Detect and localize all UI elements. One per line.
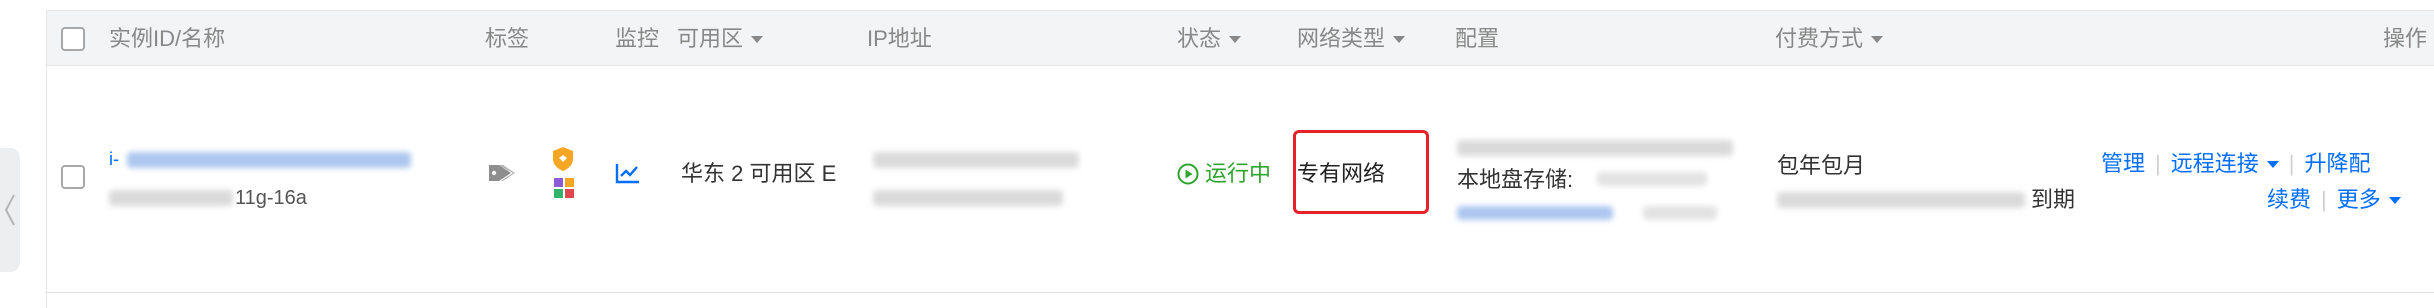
redacted-local-disk-value — [1597, 172, 1707, 186]
column-header-tags: 标签 — [485, 26, 530, 51]
chevron-left-icon — [4, 194, 15, 226]
sidebar-collapse-tab[interactable] — [0, 148, 20, 272]
redacted-private-ip — [873, 190, 1063, 206]
remote-connect-link[interactable]: 远程连接 — [2171, 151, 2279, 176]
column-header-monitor: 监控 — [615, 26, 660, 51]
redacted-instance-id[interactable] — [127, 152, 411, 168]
action-separator: | — [2155, 151, 2161, 176]
instance-id-prefix[interactable]: i- — [109, 145, 119, 173]
actions-line-1: 管理 | 远程连接 | 升降配 — [2101, 150, 2370, 178]
column-header-billing-label: 付费方式 — [1775, 26, 1864, 51]
redacted-config-spec — [1457, 140, 1733, 156]
filter-caret-icon — [751, 36, 764, 43]
more-link[interactable]: 更多 — [2337, 187, 2401, 212]
redacted-instance-name — [109, 190, 233, 206]
tag-icon[interactable] — [487, 161, 517, 185]
column-header-status-label: 状态 — [1177, 26, 1222, 51]
filter-caret-icon — [1871, 36, 1884, 43]
network-type-highlight-box — [1293, 130, 1429, 214]
redacted-disk-link[interactable] — [1457, 206, 1613, 220]
column-header-ip: IP地址 — [867, 26, 932, 51]
local-disk-label: 本地盘存储: — [1457, 167, 1574, 192]
action-separator: | — [2321, 187, 2327, 212]
play-circle-icon — [1177, 163, 1199, 185]
expire-suffix: 到期 — [2031, 187, 2076, 212]
chevron-down-icon — [2266, 161, 2279, 168]
chevron-down-icon — [2388, 197, 2401, 204]
instance-table: 实例ID/名称 标签 监控 可用区 IP地址 状态 网络类型 配置 付费方式 操… — [46, 10, 2434, 308]
line-chart-icon[interactable] — [615, 162, 641, 184]
column-header-network-type-label: 网络类型 — [1297, 26, 1386, 51]
table-row: i- 11g-16a 华东 2 可用区 E 运行中 专有网络 本地盘存储: 包年… — [47, 66, 2434, 293]
column-header-actions: 操作 — [2383, 26, 2428, 51]
status-value: 运行中 — [1205, 161, 1272, 186]
column-header-instance: 实例ID/名称 — [109, 26, 226, 51]
upgrade-link[interactable]: 升降配 — [2304, 151, 2370, 176]
redacted-expire-date — [1777, 192, 2025, 208]
column-header-billing[interactable]: 付费方式 — [1775, 11, 1884, 67]
more-label: 更多 — [2336, 187, 2381, 212]
renew-link[interactable]: 续费 — [2267, 187, 2311, 212]
filter-caret-icon — [1393, 36, 1406, 43]
filter-caret-icon — [1229, 36, 1242, 43]
action-separator: | — [2288, 151, 2295, 176]
shield-icon — [553, 147, 573, 171]
actions-line-2: 续费 | 更多 — [2267, 186, 2401, 214]
column-header-status[interactable]: 状态 — [1177, 11, 1242, 67]
column-header-zone[interactable]: 可用区 — [677, 11, 764, 67]
instance-name-suffix: 11g-16a — [235, 187, 307, 209]
column-header-network-type[interactable]: 网络类型 — [1297, 11, 1406, 67]
billing-type-value: 包年包月 — [1777, 153, 1866, 178]
column-header-zone-label: 可用区 — [677, 26, 744, 51]
column-header-config: 配置 — [1455, 26, 1500, 51]
redacted-public-ip — [873, 152, 1079, 168]
remote-connect-label: 远程连接 — [2170, 151, 2259, 176]
manage-link[interactable]: 管理 — [2101, 151, 2145, 176]
zone-value: 华东 2 可用区 E — [681, 161, 837, 186]
redacted-disk-extra — [1643, 206, 1717, 220]
select-all-checkbox[interactable] — [61, 27, 85, 51]
puzzle-icon — [554, 178, 574, 198]
row-checkbox[interactable] — [61, 165, 85, 189]
table-header: 实例ID/名称 标签 监控 可用区 IP地址 状态 网络类型 配置 付费方式 操… — [47, 10, 2434, 66]
